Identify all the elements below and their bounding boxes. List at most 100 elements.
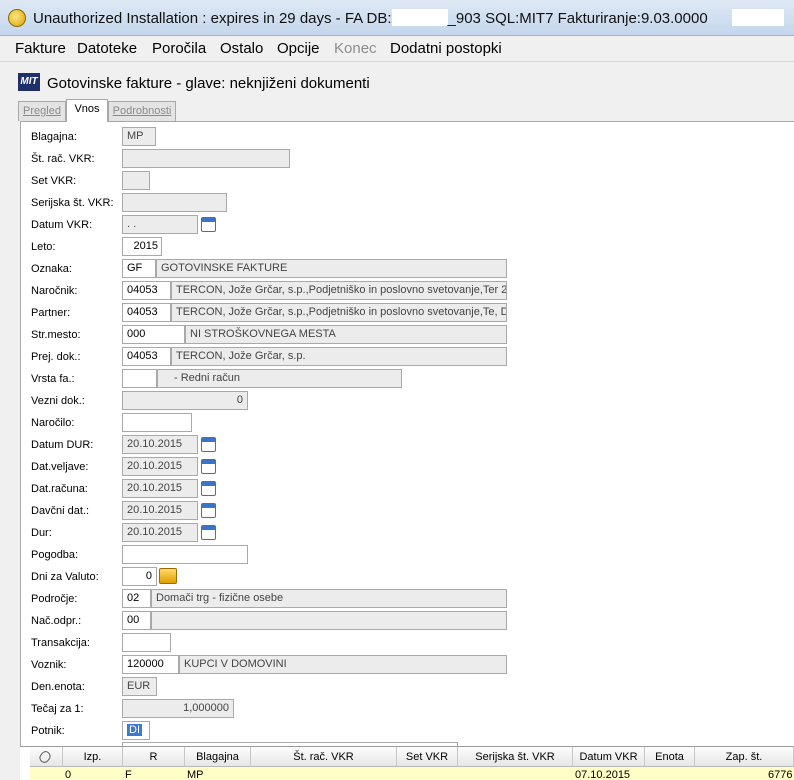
label-serijska-vkr: Serijska št. VKR: (31, 197, 114, 209)
calendar-icon[interactable] (201, 437, 216, 452)
nac-odpr-desc-field (151, 611, 507, 630)
window-title: Unauthorized Installation : expires in 2… (33, 9, 794, 27)
vrsta-fa-code-field[interactable] (122, 369, 157, 388)
podrocje-code-field[interactable]: 02 (122, 589, 151, 608)
menu-datoteke[interactable]: Datoteke (77, 40, 137, 57)
label-dur: Dur: (31, 527, 52, 539)
calendar-icon[interactable] (201, 481, 216, 496)
label-vezni-dok: Vezni dok.: (31, 395, 85, 407)
st-rac-vkr-field[interactable] (122, 149, 290, 168)
menu-opcije[interactable]: Opcije (277, 40, 320, 57)
set-vkr-field[interactable] (122, 171, 150, 190)
grid-col-datum-vkr[interactable]: Datum VKR (573, 747, 645, 767)
tab-vnos[interactable]: Vnos (66, 99, 108, 122)
calendar-icon[interactable] (201, 217, 216, 232)
app-icon[interactable] (8, 9, 26, 27)
label-blagajna: Blagajna: (31, 131, 77, 143)
potnik-value: DI (127, 724, 142, 736)
menu-ostalo[interactable]: Ostalo (220, 40, 263, 57)
calendar-icon[interactable] (201, 459, 216, 474)
label-tecaj: Tečaj za 1: (31, 703, 84, 715)
potnik-field[interactable]: DI (122, 721, 150, 740)
folder-icon[interactable] (159, 568, 177, 584)
label-st-rac-vkr: Št. rač. VKR: (31, 153, 95, 165)
label-prej-dok: Prej. dok.: (31, 351, 81, 363)
vezni-dok-field[interactable]: 0 (122, 391, 248, 410)
prej-dok-code-field[interactable]: 04053 (122, 347, 171, 366)
table-row[interactable] (30, 767, 794, 780)
datum-dur-field[interactable]: 20.10.2015 (122, 435, 198, 454)
dur-field[interactable]: 20.10.2015 (122, 523, 198, 542)
str-mesto-desc-field: NI STROŠKOVNEGA MESTA (185, 325, 507, 344)
vrsta-fa-desc-field: - Redni račun (157, 369, 402, 388)
grid-col-blagajna[interactable]: Blagajna (185, 747, 251, 767)
label-datum-dur: Datum DUR: (31, 439, 94, 451)
label-dat-racuna: Dat.računa: (31, 483, 88, 495)
tecaj-field[interactable]: 1,000000 (122, 699, 234, 718)
label-dni-za-valuto: Dni za Valuto: (31, 571, 99, 583)
tab-pregled[interactable]: Pregled (18, 101, 66, 121)
form-title: Gotovinske fakture - glave: neknjiženi d… (47, 75, 370, 92)
podrocje-desc-field: Domači trg - fizične osebe (151, 589, 507, 608)
label-den-enota: Den.enota: (31, 681, 85, 693)
calendar-icon[interactable] (201, 503, 216, 518)
narocilo-field[interactable] (122, 413, 192, 432)
grid-col-izp[interactable]: Izp. (63, 747, 123, 767)
menu-konec: Konec (334, 40, 377, 57)
str-mesto-code-field[interactable]: 000 (122, 325, 185, 344)
menu-dodatni-postopki[interactable]: Dodatni postopki (390, 40, 502, 57)
row-blagajna: MP (187, 769, 204, 780)
label-leto: Leto: (31, 241, 56, 253)
den-enota-field[interactable]: EUR (122, 677, 157, 696)
oznaka-code-field[interactable]: GF (122, 259, 156, 278)
label-nac-odpr: Nač.odpr.: (31, 615, 82, 627)
window-title-part1: Unauthorized Installation : expires in 2… (33, 10, 392, 27)
label-potnik: Potnik: (31, 725, 65, 737)
label-davcni-dat: Davčni dat.: (31, 505, 90, 517)
label-partner: Partner: (31, 307, 71, 319)
label-vrsta-fa: Vrsta fa.: (31, 373, 75, 385)
label-datum-vkr: Datum VKR: (31, 219, 93, 231)
label-oznaka: Oznaka: (31, 263, 72, 275)
menu-bar: Fakture Datoteke Poročila Ostalo Opcije … (0, 36, 794, 62)
transakcija-field[interactable] (122, 633, 171, 652)
nac-odpr-code-field[interactable]: 00 (122, 611, 151, 630)
partner-desc-field: TERCON, Jože Grčar, s.p.,Podjetniško in … (171, 303, 507, 322)
calendar-icon[interactable] (201, 525, 216, 540)
row-r: F (125, 769, 132, 780)
label-podrocje: Področje: (31, 593, 78, 605)
row-datum-vkr: 07.10.2015 (575, 769, 631, 780)
dat-veljave-field[interactable]: 20.10.2015 (122, 457, 198, 476)
grid-col-serijska-vkr[interactable]: Serijska št. VKR (458, 747, 573, 767)
voznik-code-field[interactable]: 120000 (122, 655, 179, 674)
leto-field[interactable]: 2015 (122, 237, 162, 256)
davcni-dat-field[interactable]: 20.10.2015 (122, 501, 198, 520)
serijska-vkr-field[interactable] (122, 193, 227, 212)
narocnik-code-field[interactable]: 04053 (122, 281, 171, 300)
partner-code-field[interactable]: 04053 (122, 303, 171, 322)
label-pogodba: Pogodba: (31, 549, 79, 561)
grid-col-enota[interactable]: Enota (645, 747, 695, 767)
blagajna-field[interactable]: MP (122, 127, 156, 146)
label-narocilo: Naročilo: (31, 417, 75, 429)
pogodba-field[interactable] (122, 545, 248, 564)
label-str-mesto: Str.mesto: (31, 329, 81, 341)
prej-dok-desc-field: TERCON, Jože Grčar, s.p. (171, 347, 507, 366)
tab-podrobnosti[interactable]: Podrobnosti (108, 101, 176, 121)
dni-za-valuto-field[interactable]: 0 (122, 567, 157, 586)
oznaka-desc-field: GOTOVINSKE FAKTURE (156, 259, 507, 278)
menu-fakture[interactable]: Fakture (15, 40, 66, 57)
row-zap-st: 6776 (768, 769, 793, 780)
redacted-mask (731, 9, 784, 26)
label-transakcija: Transakcija: (31, 637, 90, 649)
grid-col-zap-st[interactable]: Zap. št. (695, 747, 794, 767)
mit-logo-icon: MIT (18, 73, 40, 91)
voznik-desc-field: KUPCI V DOMOVINI (179, 655, 507, 674)
menu-porocila[interactable]: Poročila (152, 40, 206, 57)
grid-col-st-rac-vkr[interactable]: Št. rač. VKR (251, 747, 397, 767)
grid-col-r[interactable]: R (123, 747, 185, 767)
dat-racuna-field[interactable]: 20.10.2015 (122, 479, 198, 498)
datum-vkr-field[interactable]: . . (122, 215, 198, 234)
grid-col-set-vkr[interactable]: Set VKR (397, 747, 458, 767)
label-dat-veljave: Dat.veljave: (31, 461, 89, 473)
